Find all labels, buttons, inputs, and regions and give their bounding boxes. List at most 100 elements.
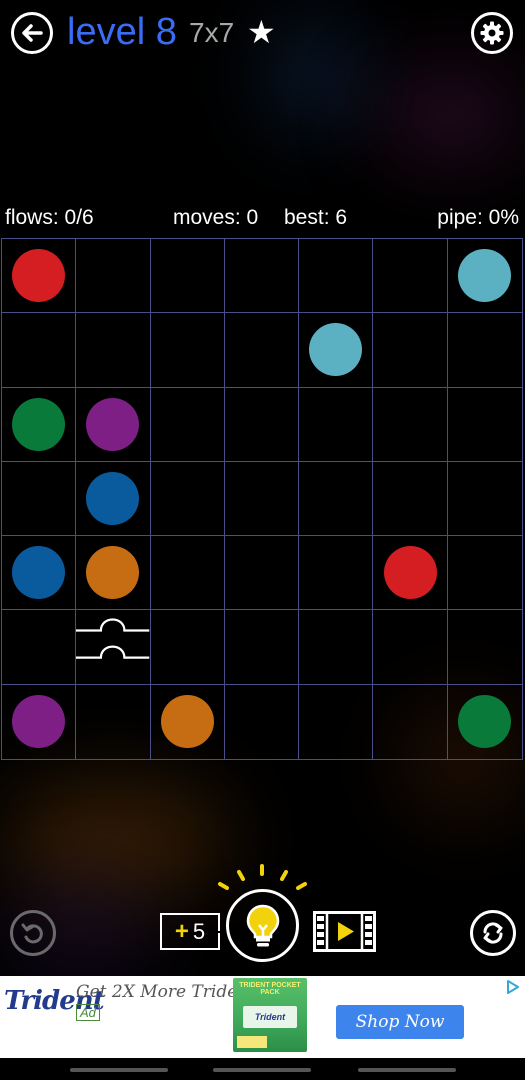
undo-button[interactable] [10, 910, 56, 956]
restart-button[interactable] [470, 910, 516, 956]
board-cell-r0-c2[interactable] [150, 239, 225, 314]
board-cell-r6-c0[interactable] [2, 684, 77, 759]
board-cell-r4-c3[interactable] [224, 536, 300, 611]
board-cell-r2-c6[interactable] [447, 388, 522, 462]
gear-icon [480, 21, 504, 45]
ad-product-top-text: TRIDENT POCKET PACK [239, 982, 301, 996]
ad-headline: Get 2X More Trident [76, 982, 256, 1002]
refresh-icon [483, 922, 503, 944]
board-cell-r0-c6[interactable] [447, 239, 522, 314]
board-cell-r1-c3[interactable] [224, 313, 300, 388]
board-cell-r2-c4[interactable] [299, 387, 374, 462]
board-cell-r6-c6[interactable] [448, 685, 522, 759]
ad-choices-icon[interactable] [505, 979, 521, 995]
ad-product-label: Trident [243, 1006, 297, 1028]
board-cell-r3-c3[interactable] [224, 461, 300, 537]
board-cell-r4-c6[interactable] [447, 536, 522, 611]
video-play-icon[interactable] [313, 911, 376, 952]
board-cell-r4-c0[interactable] [2, 536, 77, 611]
red-flow-dot[interactable] [12, 249, 66, 303]
green-flow-dot[interactable] [458, 695, 512, 749]
arrow-left-icon [22, 24, 43, 42]
board-cell-r6-c3[interactable] [225, 684, 300, 759]
board-cell-r3-c5[interactable] [373, 461, 448, 537]
board-cell-r2-c2[interactable] [150, 387, 225, 462]
board-cell-r5-c6[interactable] [447, 610, 522, 685]
board-cell-r4-c2[interactable] [150, 536, 225, 611]
board-cell-r1-c1[interactable] [76, 313, 151, 388]
purple-flow-dot[interactable] [12, 695, 66, 749]
board-cell-r0-c1[interactable] [76, 239, 151, 314]
board-cell-r5-c4[interactable] [299, 610, 374, 685]
background-glow [270, 20, 360, 130]
ad-product-image: TRIDENT POCKET PACK Trident [233, 978, 307, 1052]
ad-badge: Ad [76, 1004, 100, 1021]
green-flow-dot[interactable] [12, 397, 66, 451]
orange-flow-dot[interactable] [86, 546, 140, 600]
hint-count-label: 5 [192, 918, 206, 944]
board-cell-r5-c2[interactable] [150, 610, 225, 685]
board-cell-r3-c4[interactable] [299, 461, 374, 537]
board-cell-r2-c5[interactable] [373, 387, 448, 462]
plus-label: + [174, 917, 189, 945]
board-cell-r1-c4[interactable] [299, 313, 374, 388]
board-cell-r5-c0[interactable] [2, 610, 77, 685]
board-cell-r1-c0[interactable] [2, 313, 77, 388]
ad-product-strip [237, 1036, 267, 1048]
board-cell-r1-c6[interactable] [447, 313, 522, 388]
best-score: best: 6 [284, 206, 348, 229]
board-cell-r6-c1[interactable] [76, 684, 151, 759]
hint-button[interactable] [226, 889, 299, 962]
board-cell-r0-c4[interactable] [299, 239, 374, 314]
board-cell-r0-c5[interactable] [373, 239, 448, 314]
grid-size-label: 7x7 [189, 17, 235, 48]
flows-counter: flows: 0/6 [5, 206, 94, 229]
blue-flow-dot[interactable] [86, 471, 140, 525]
board-cell-r6-c2[interactable] [151, 684, 225, 759]
board-cell-r1-c2[interactable] [150, 313, 225, 388]
game-screen: level 8 7x7 ★ flows: 0/6 moves: 0 best: … [0, 0, 525, 1080]
red-flow-dot[interactable] [383, 546, 437, 600]
settings-button[interactable] [471, 12, 513, 54]
background-glow [0, 780, 230, 900]
level-title: level 8 [67, 11, 177, 53]
lightbulb-icon [246, 904, 279, 946]
nav-recents-indicator[interactable] [358, 1068, 456, 1072]
board-cell-r1-c5[interactable] [373, 313, 448, 388]
board-cell-r5-c5[interactable] [373, 610, 448, 685]
board-cell-r0-c0[interactable] [2, 239, 77, 314]
board-cell-r6-c4[interactable] [299, 684, 374, 759]
board-cell-r3-c2[interactable] [150, 461, 225, 537]
bridge-icon [76, 618, 150, 660]
board-cell-r3-c0[interactable] [2, 461, 77, 537]
back-button[interactable] [11, 12, 53, 54]
board-cell-r0-c3[interactable] [224, 239, 300, 314]
board-cell-r4-c1[interactable] [76, 536, 151, 611]
cyan-flow-dot[interactable] [309, 323, 363, 377]
board-cell-r2-c1[interactable] [76, 387, 151, 462]
board-cell-r2-c0[interactable] [2, 387, 77, 462]
board-cell-r5-c1[interactable] [76, 610, 151, 685]
star-icon: ★ [247, 14, 276, 50]
hint-count-button[interactable]: + 5 [160, 913, 220, 950]
pipe-percentage: pipe: 0% [437, 206, 519, 229]
ad-banner[interactable]: Trident Get 2X More Trident Ad TRIDENT P… [0, 976, 525, 1058]
board-cell-r2-c3[interactable] [224, 387, 300, 462]
board-cell-r5-c3[interactable] [224, 610, 300, 685]
board-cell-r6-c5[interactable] [373, 684, 448, 759]
nav-home-indicator[interactable] [213, 1068, 311, 1072]
shop-now-button[interactable]: Shop Now [336, 1005, 464, 1039]
cyan-flow-dot[interactable] [458, 249, 512, 303]
board-cell-r4-c5[interactable] [373, 536, 448, 611]
board-cell-r4-c4[interactable] [299, 536, 374, 611]
board-cell-r3-c1[interactable] [76, 461, 151, 537]
background-glow [380, 70, 520, 160]
nav-back-indicator[interactable] [70, 1068, 168, 1072]
undo-icon [21, 923, 43, 944]
purple-flow-dot[interactable] [86, 397, 140, 451]
blue-flow-dot[interactable] [12, 546, 66, 600]
system-nav-bar [0, 1058, 525, 1080]
orange-flow-dot[interactable] [160, 695, 214, 749]
board-cell-r3-c6[interactable] [447, 462, 522, 537]
game-board[interactable] [1, 238, 523, 760]
